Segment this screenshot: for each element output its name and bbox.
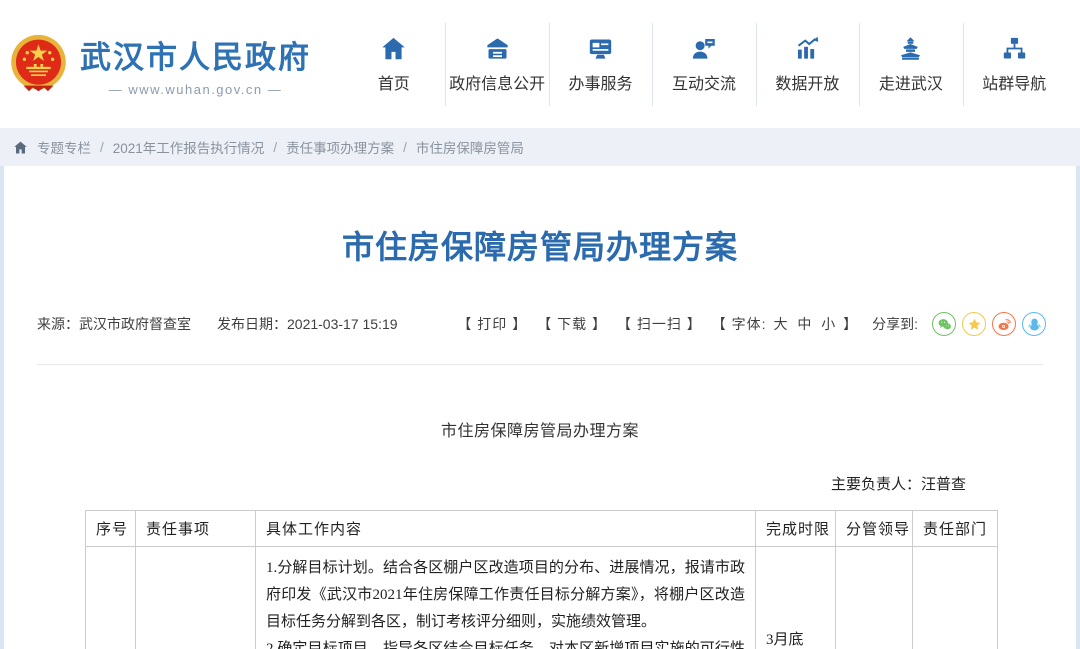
- breadcrumb-separator: /: [100, 140, 104, 155]
- print-button[interactable]: 【 打印 】: [457, 314, 527, 334]
- section-divider: [37, 364, 1043, 365]
- cell-seq: [86, 547, 136, 649]
- share-qzone-button[interactable]: [962, 312, 986, 336]
- duty-table: 序号 责任事项 具体工作内容 完成时限 分管领导 责任部门 1.分解目标计划。结…: [85, 510, 998, 649]
- home-icon: [380, 35, 407, 62]
- col-header-seq: 序号: [86, 511, 136, 547]
- nav-label: 互动交流: [672, 70, 736, 94]
- article-meta: 来源：武汉市政府督查室 发布日期：2021-03-17 15:19: [37, 314, 398, 334]
- download-button[interactable]: 【 下载 】: [537, 314, 607, 334]
- date-label: 发布日期：: [217, 316, 287, 332]
- site-title: 武汉市人民政府: [80, 32, 311, 77]
- font-size-small-button[interactable]: 小: [821, 316, 836, 332]
- font-size-prefix: 【 字体:: [712, 316, 767, 332]
- nav-label: 数据开放: [775, 70, 839, 94]
- font-size-control: 【 字体: 大 中 小 】: [712, 314, 858, 334]
- weibo-icon: [997, 317, 1012, 332]
- table-header-row: 序号 责任事项 具体工作内容 完成时限 分管领导 责任部门: [86, 511, 998, 547]
- site-title-block: 武汉市人民政府 — www.wuhan.gov.cn —: [80, 32, 311, 97]
- col-header-duty: 责任事项: [136, 511, 256, 547]
- responsible-name: 汪普查: [921, 477, 966, 493]
- nav-item-about-wuhan[interactable]: 走进武汉: [859, 29, 962, 100]
- breadcrumb: 专题专栏 / 2021年工作报告执行情况 / 责任事项办理方案 / 市住房保障房…: [0, 128, 1080, 166]
- national-emblem-icon: [10, 33, 67, 95]
- deadline-value: 3月底: [766, 627, 825, 649]
- page-viewport: 武汉市人民政府 — www.wuhan.gov.cn — 首页 政府信息公开: [0, 0, 1080, 649]
- nav-item-services[interactable]: 办事服务: [549, 29, 652, 100]
- info-disclosure-icon: [484, 35, 511, 62]
- nav-item-site-navigation[interactable]: 站群导航: [963, 29, 1066, 100]
- cell-work-content: 1.分解目标计划。结合各区棚户区改造项目的分布、进展情况，报请市政府印发《武汉市…: [256, 547, 756, 649]
- tower-icon: [897, 35, 924, 62]
- breadcrumb-item[interactable]: 责任事项办理方案: [286, 137, 394, 157]
- work-item: 2.确定目标项目。指导各区结合目标任务，对本区新增项目实施的可行性进行评估，确定…: [266, 636, 745, 649]
- source-value: 武汉市政府督查室: [79, 316, 191, 332]
- font-size-large-button[interactable]: 大: [773, 316, 788, 332]
- scan-qr-button[interactable]: 【 扫一扫 】: [617, 314, 702, 334]
- content-card: 市住房保障房管局办理方案 来源：武汉市政府督查室 发布日期：2021-03-17…: [4, 166, 1076, 649]
- font-size-suffix: 】: [843, 316, 858, 332]
- document-title: 市住房保障房管局办理方案: [4, 417, 1076, 441]
- nav-item-interaction[interactable]: 互动交流: [652, 29, 755, 100]
- article-date: 发布日期：2021-03-17 15:19: [217, 314, 398, 334]
- share-label: 分享到:: [872, 314, 918, 334]
- nav-label: 政府信息公开: [449, 70, 545, 94]
- col-header-deadline: 完成时限: [756, 511, 836, 547]
- site-header: 武汉市人民政府 — www.wuhan.gov.cn — 首页 政府信息公开: [0, 0, 1080, 128]
- source-label: 来源：: [37, 316, 79, 332]
- cell-leader: [836, 547, 913, 649]
- nav-item-open-data[interactable]: 数据开放: [756, 29, 859, 100]
- table-row: 1.分解目标计划。结合各区棚户区改造项目的分布、进展情况，报请市政府印发《武汉市…: [86, 547, 998, 649]
- site-url: — www.wuhan.gov.cn —: [109, 82, 283, 97]
- breadcrumb-item[interactable]: 专题专栏: [37, 137, 91, 157]
- breadcrumb-home-icon[interactable]: [13, 140, 28, 155]
- nav-label: 办事服务: [569, 70, 633, 94]
- wechat-icon: [937, 317, 952, 332]
- article-meta-row: 来源：武汉市政府督查室 发布日期：2021-03-17 15:19 【 打印 】…: [4, 312, 1076, 336]
- page-title: 市住房保障房管局办理方案: [4, 166, 1076, 268]
- open-data-icon: [794, 35, 821, 62]
- cell-duty: [136, 547, 256, 649]
- cell-deadline: 3月底: [756, 547, 836, 649]
- nav-item-home[interactable]: 首页: [342, 29, 445, 100]
- breadcrumb-item-current: 市住房保障房管局: [416, 137, 524, 157]
- breadcrumb-separator: /: [273, 140, 277, 155]
- font-size-medium-button[interactable]: 中: [797, 316, 812, 332]
- article-toolbar: 【 打印 】 【 下载 】 【 扫一扫 】 【 字体: 大 中 小 】 分享到:: [457, 312, 1046, 336]
- interaction-icon: [690, 35, 717, 62]
- qzone-star-icon: [967, 317, 982, 332]
- site-logo[interactable]: 武汉市人民政府 — www.wuhan.gov.cn —: [10, 32, 342, 97]
- work-item: 1.分解目标计划。结合各区棚户区改造项目的分布、进展情况，报请市政府印发《武汉市…: [266, 555, 745, 636]
- nav-label: 首页: [378, 70, 410, 94]
- share-weibo-button[interactable]: [992, 312, 1016, 336]
- sitemap-icon: [1001, 35, 1028, 62]
- date-value: 2021-03-17 15:19: [287, 316, 398, 332]
- nav-item-info-disclosure[interactable]: 政府信息公开: [445, 29, 548, 100]
- responsible-person-line: 主要负责人：汪普查: [4, 473, 1076, 494]
- share-wechat-button[interactable]: [932, 312, 956, 336]
- services-monitor-icon: [587, 35, 614, 62]
- breadcrumb-separator: /: [403, 140, 407, 155]
- responsible-label: 主要负责人：: [831, 477, 921, 493]
- col-header-content: 具体工作内容: [256, 511, 756, 547]
- article-source: 来源：武汉市政府督查室: [37, 314, 191, 334]
- main-nav: 首页 政府信息公开 办事服务: [342, 0, 1066, 128]
- nav-label: 走进武汉: [879, 70, 943, 94]
- share-qq-button[interactable]: [1022, 312, 1046, 336]
- cell-dept: [913, 547, 998, 649]
- qq-penguin-icon: [1027, 317, 1042, 332]
- nav-label: 站群导航: [982, 70, 1046, 94]
- col-header-dept: 责任部门: [913, 511, 998, 547]
- breadcrumb-item[interactable]: 2021年工作报告执行情况: [113, 137, 265, 157]
- col-header-leader: 分管领导: [836, 511, 913, 547]
